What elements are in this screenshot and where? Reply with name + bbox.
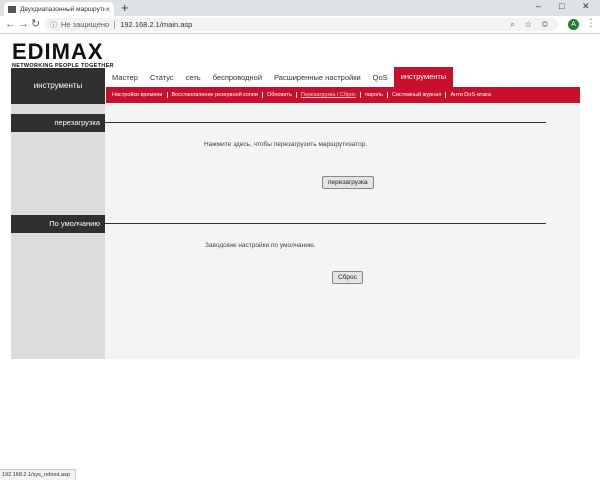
reboot-message: Нажмите здесь, чтобы перезагрузить маршр… (204, 141, 368, 148)
nav-advanced[interactable]: Расширенные настройки (268, 69, 367, 87)
close-window-button[interactable]: ✕ (582, 1, 590, 12)
maximize-button[interactable]: □ (559, 1, 564, 11)
main-navigation: Мастер Статус сеть беспроводной Расширен… (106, 67, 454, 87)
browser-tab-strip: Двухдиапазонный маршрутиз × + – □ ✕ (0, 0, 600, 16)
nav-network[interactable]: сеть (180, 69, 207, 87)
forward-button[interactable]: → (18, 18, 29, 30)
address-toolbar: ← → ↻ ⓘ Не защищено 192.168.2.1/main.asp… (0, 16, 600, 34)
logo-brand: EDIMAX (12, 39, 104, 64)
tab-title: Двухдиапазонный маршрутиз (20, 5, 106, 13)
default-section-title: По умолчанию (11, 215, 105, 233)
reload-button[interactable]: ↻ (31, 18, 40, 30)
nav-qos[interactable]: QoS (367, 69, 394, 87)
url-text[interactable]: 192.168.2.1/main.asp (120, 20, 192, 29)
default-section-divider (105, 223, 546, 224)
nav-wireless[interactable]: беспроводной (207, 69, 268, 87)
subnav-reboot-reset[interactable]: Перезагрузка / Сброс (297, 92, 361, 98)
address-divider (114, 20, 116, 29)
subnav-time-settings[interactable]: Настройки времени (108, 92, 168, 98)
minimize-button[interactable]: – (536, 1, 541, 11)
address-bar[interactable]: ⓘ Не защищено 192.168.2.1/main.asp ⌕ ☆ ◎ (44, 18, 558, 31)
nav-wizard[interactable]: Мастер (106, 69, 144, 87)
profile-avatar[interactable]: А (568, 19, 579, 30)
section-category-title: инструменты (11, 68, 105, 104)
browser-menu-icon[interactable]: ⋮ (586, 18, 596, 29)
subnav-upgrade[interactable]: Обновить (263, 92, 297, 98)
reboot-section-title: перезагрузка (11, 114, 105, 132)
nav-tools[interactable]: инструменты (393, 67, 454, 87)
info-warning-icon[interactable]: ⓘ (50, 20, 57, 30)
new-tab-button[interactable]: + (121, 1, 129, 15)
tab-close-icon[interactable]: × (105, 5, 110, 14)
default-message: Заводские настройки по умолчанию. (205, 242, 316, 249)
sub-navigation: Настройки времени Восстановление резервн… (106, 87, 580, 103)
router-favicon-icon (8, 5, 16, 13)
edimax-logo: EDIMAX NETWORKING PEOPLE TOGETHER (12, 39, 114, 70)
browser-tab[interactable]: Двухдиапазонный маршрутиз × (4, 2, 114, 16)
omnibox-tools-icons[interactable]: ⌕ ☆ ◎ (510, 20, 552, 30)
subnav-system-log[interactable]: Системный журнал (388, 92, 447, 98)
reboot-section-divider (105, 122, 546, 123)
browser-status-url: 192.168.2.1/sys_reboot.asp (0, 469, 76, 480)
security-status[interactable]: Не защищено (61, 20, 109, 29)
reboot-button[interactable]: перезагрузка (322, 176, 374, 189)
reset-button[interactable]: Сброс (332, 271, 363, 284)
subnav-backup-restore[interactable]: Восстановление резервной копии (168, 92, 263, 98)
nav-status[interactable]: Статус (144, 69, 180, 87)
subnav-password[interactable]: пароль (361, 92, 388, 98)
back-button[interactable]: ← (5, 18, 16, 30)
subnav-anti-dos[interactable]: Анти DoS-атака (446, 92, 494, 98)
